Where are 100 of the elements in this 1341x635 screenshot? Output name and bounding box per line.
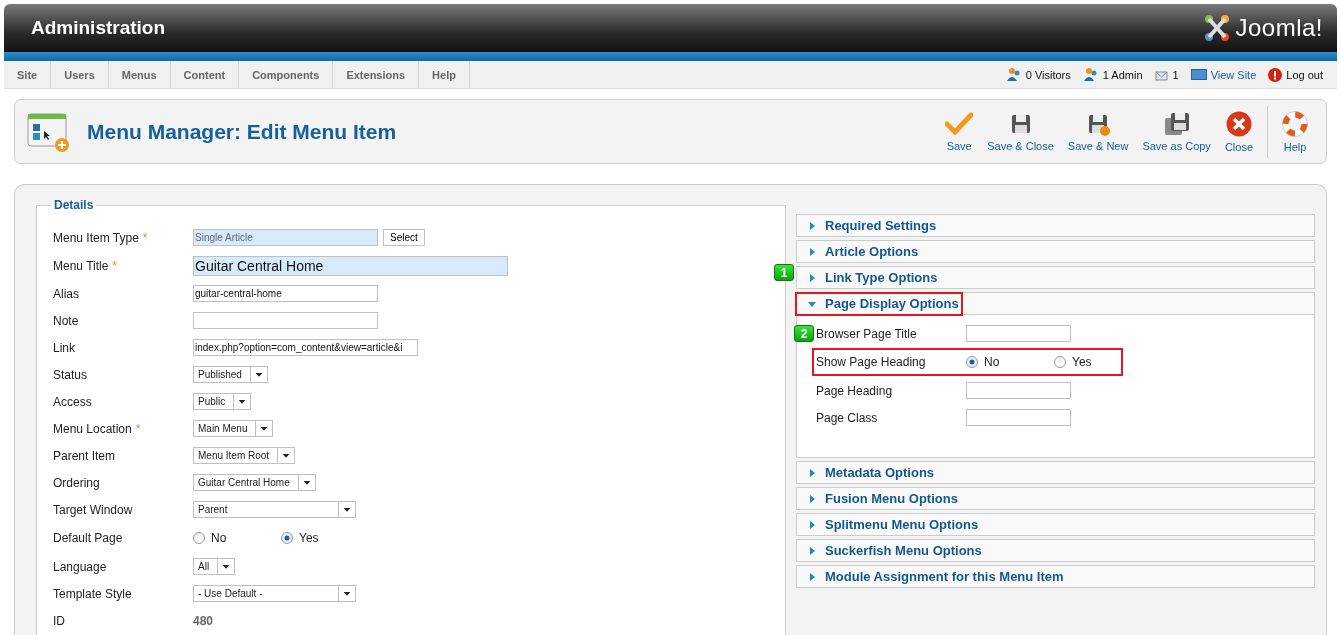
menu-item[interactable]: Menus: [108, 61, 171, 88]
accordion-header[interactable]: Metadata Options: [797, 462, 1314, 483]
section-title: Required Settings: [825, 218, 937, 233]
radio-option[interactable]: No: [966, 355, 1054, 369]
logo-text: Joomla!: [1235, 14, 1323, 42]
section-title: Suckerfish Menu Options: [825, 543, 982, 558]
user-icon: [1005, 67, 1022, 82]
stacked-disks-icon: [1163, 111, 1190, 136]
accordion-header[interactable]: Required Settings: [797, 215, 1314, 236]
dropdown[interactable]: - Use Default -: [193, 585, 356, 602]
fieldset-legend: Details: [51, 198, 97, 212]
section-title: Metadata Options: [825, 465, 935, 480]
status-item[interactable]: 0 Visitors: [1005, 67, 1071, 82]
section-title: Link Type Options: [825, 270, 938, 285]
triangle-right-icon: [808, 468, 816, 477]
accordion-header[interactable]: Splitmenu Menu Options: [797, 514, 1314, 535]
status-item[interactable]: 1 Admin: [1082, 67, 1143, 82]
close-icon: [1225, 110, 1252, 137]
text-field[interactable]: [193, 312, 378, 329]
status-item[interactable]: View Site: [1190, 68, 1257, 81]
dropdown[interactable]: Main Menu: [193, 420, 274, 437]
accordion-header[interactable]: Article Options: [797, 241, 1314, 262]
status-text: 1: [1172, 68, 1179, 81]
field-label: Parent Item: [53, 448, 116, 463]
user-icon: [1082, 67, 1099, 82]
field-label: Browser Page Title: [816, 326, 918, 341]
triangle-right-icon: [808, 520, 816, 529]
field-label: Link: [53, 340, 75, 355]
radio-checked-icon[interactable]: [281, 532, 293, 544]
status-text: Log out: [1286, 68, 1323, 81]
status-item[interactable]: Log out: [1268, 67, 1323, 82]
radio-checked-icon[interactable]: [966, 356, 978, 368]
section-title: Splitmenu Menu Options: [825, 517, 979, 532]
radio-unchecked-icon[interactable]: [1054, 356, 1066, 368]
toolbar-button[interactable]: Save: [939, 105, 982, 158]
dropdown[interactable]: Guitar Central Home: [193, 474, 316, 491]
radio-option[interactable]: Yes: [281, 531, 341, 545]
status-item[interactable]: 1: [1154, 68, 1179, 81]
dropdown[interactable]: All: [193, 558, 236, 575]
accordion-header[interactable]: Module Assignment for this Menu Item: [797, 566, 1314, 587]
radio-option[interactable]: Yes: [1054, 355, 1114, 369]
field-label: Show Page Heading: [816, 355, 927, 369]
triangle-right-icon: [808, 494, 816, 503]
section-title: Article Options: [825, 244, 919, 259]
field-label: Ordering: [53, 475, 100, 490]
field-label: Alias: [53, 286, 79, 301]
window-plus-icon: [27, 110, 71, 153]
field-label: Default Page: [53, 531, 123, 545]
text-field[interactable]: Single Article: [193, 229, 378, 246]
dropdown[interactable]: Menu Item Root: [193, 447, 296, 464]
radio-label: Yes: [1072, 355, 1092, 369]
accordion-header[interactable]: Page Display Options: [797, 293, 1314, 314]
triangle-right-icon: [808, 273, 816, 282]
header-title: Administration: [31, 17, 166, 39]
text-field[interactable]: Guitar Central Home: [193, 255, 508, 276]
text-field[interactable]: [966, 409, 1071, 426]
page-title: Menu Manager: Edit Menu Item: [87, 119, 397, 144]
status-text: 0 Visitors: [1025, 68, 1071, 81]
menu-item[interactable]: Users: [51, 61, 109, 88]
triangle-right-icon: [808, 221, 816, 230]
field-label: Language: [53, 559, 107, 574]
dropdown[interactable]: Parent: [193, 501, 356, 518]
accordion-header[interactable]: Fusion Menu Options: [797, 488, 1314, 509]
accordion-header[interactable]: Suckerfish Menu Options: [797, 540, 1314, 561]
select-button[interactable]: Select: [383, 229, 425, 246]
menu-item[interactable]: Content: [170, 61, 240, 88]
menu-item[interactable]: Site: [4, 61, 52, 88]
field-label: Menu Title: [53, 258, 109, 273]
toolbar-button[interactable]: Help: [1267, 105, 1316, 158]
radio-unchecked-icon[interactable]: [193, 532, 205, 544]
menu-item[interactable]: Extensions: [333, 61, 420, 88]
text-field[interactable]: index.php?option=com_content&view=article&i: [193, 339, 418, 356]
menu-item[interactable]: Help: [419, 61, 470, 88]
required-asterisk: *: [135, 421, 141, 436]
field-label: Page Heading: [816, 383, 894, 398]
field-label: Menu Location: [53, 421, 132, 436]
text-field[interactable]: [966, 325, 1071, 342]
section-title: Module Assignment for this Menu Item: [825, 569, 1064, 584]
text-field[interactable]: [966, 382, 1071, 399]
field-label: Page Class: [816, 410, 879, 425]
monitor-icon: [1190, 68, 1207, 81]
field-label: Target Window: [53, 502, 133, 517]
section-title: Fusion Menu Options: [825, 491, 958, 506]
toolbar-button[interactable]: Save & Close: [981, 105, 1062, 158]
text-field[interactable]: guitar-central-home: [193, 285, 378, 302]
field-label: Note: [53, 313, 79, 328]
toolbar-button[interactable]: Close: [1218, 105, 1261, 158]
radio-label: No: [984, 355, 1000, 369]
dropdown[interactable]: Public: [193, 393, 252, 410]
toolbar-button[interactable]: Save & New: [1061, 105, 1137, 158]
dropdown[interactable]: Published: [193, 366, 268, 383]
menu-item[interactable]: Components: [239, 61, 334, 88]
accordion-header[interactable]: Link Type Options: [797, 267, 1314, 288]
lifebuoy-icon: [1282, 110, 1308, 137]
toolbar-button[interactable]: Save as Copy: [1136, 105, 1219, 158]
callout-badge: 1: [774, 264, 794, 281]
triangle-down-icon: [808, 299, 816, 308]
triangle-right-icon: [808, 247, 816, 256]
radio-option[interactable]: No: [193, 531, 281, 545]
callout-badge: 2: [794, 325, 814, 342]
